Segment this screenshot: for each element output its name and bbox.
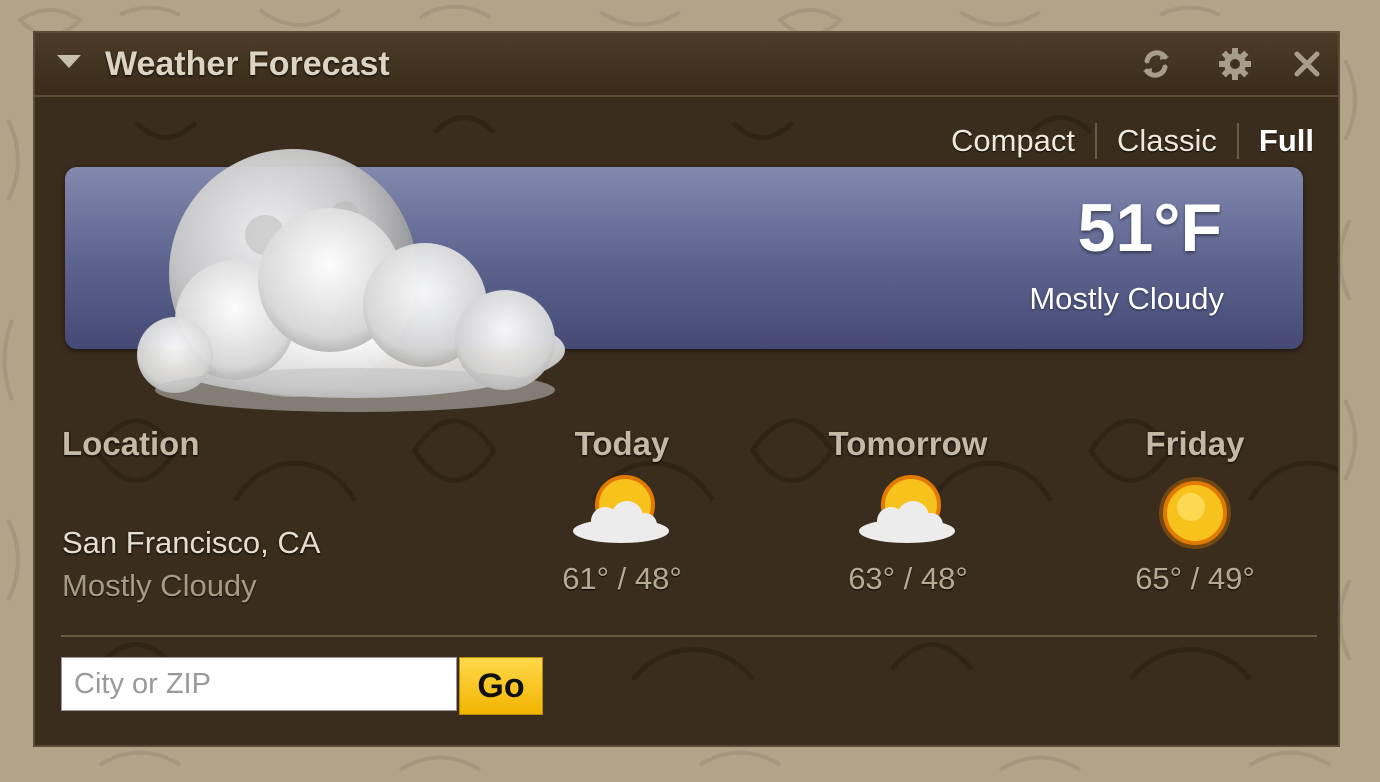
forecast-today: Today 61° / 48° bbox=[512, 425, 732, 597]
city-zip-input[interactable] bbox=[61, 657, 457, 711]
forecast-temp-range: 61° / 48° bbox=[562, 561, 682, 596]
title-bar: Weather Forecast bbox=[35, 33, 1338, 97]
current-temperature: 51°F bbox=[1077, 190, 1222, 266]
mode-compact[interactable]: Compact bbox=[951, 123, 1075, 159]
divider bbox=[61, 635, 1317, 637]
mode-separator bbox=[1094, 123, 1097, 159]
forecast-tomorrow: Tomorrow 63° / 48° bbox=[798, 425, 1018, 597]
forecast-temp-range: 65° / 49° bbox=[1135, 561, 1255, 596]
forecast-friday: Friday 65° / 49° bbox=[1085, 425, 1305, 597]
gear-icon[interactable] bbox=[1218, 47, 1252, 81]
current-condition: Mostly Cloudy bbox=[1029, 281, 1224, 316]
location-header: Location bbox=[62, 425, 200, 462]
moon-cloud-icon bbox=[137, 149, 565, 412]
forecast-day-label: Today bbox=[574, 425, 670, 462]
widget-title: Weather Forecast bbox=[105, 45, 390, 83]
mode-separator bbox=[1236, 123, 1239, 159]
weather-widget: Weather Forecast Compact Classic Full 51… bbox=[33, 31, 1340, 747]
forecast-temp-range: 63° / 48° bbox=[848, 561, 968, 596]
location-condition: Mostly Cloudy bbox=[62, 568, 257, 603]
mode-classic[interactable]: Classic bbox=[1117, 123, 1217, 159]
partly-sunny-icon bbox=[859, 475, 955, 543]
forecast-day-label: Friday bbox=[1145, 425, 1245, 462]
location-name: San Francisco, CA bbox=[62, 525, 321, 560]
go-button[interactable]: Go bbox=[459, 657, 543, 715]
refresh-icon[interactable] bbox=[1139, 47, 1173, 81]
partly-sunny-icon bbox=[573, 475, 669, 543]
forecast-day-label: Tomorrow bbox=[828, 425, 988, 462]
collapse-triangle-icon[interactable] bbox=[57, 55, 81, 69]
close-icon[interactable] bbox=[1290, 47, 1324, 81]
mode-full[interactable]: Full bbox=[1259, 123, 1314, 159]
view-mode-switcher: Compact Classic Full bbox=[951, 123, 1314, 159]
sunny-icon bbox=[1159, 477, 1231, 549]
